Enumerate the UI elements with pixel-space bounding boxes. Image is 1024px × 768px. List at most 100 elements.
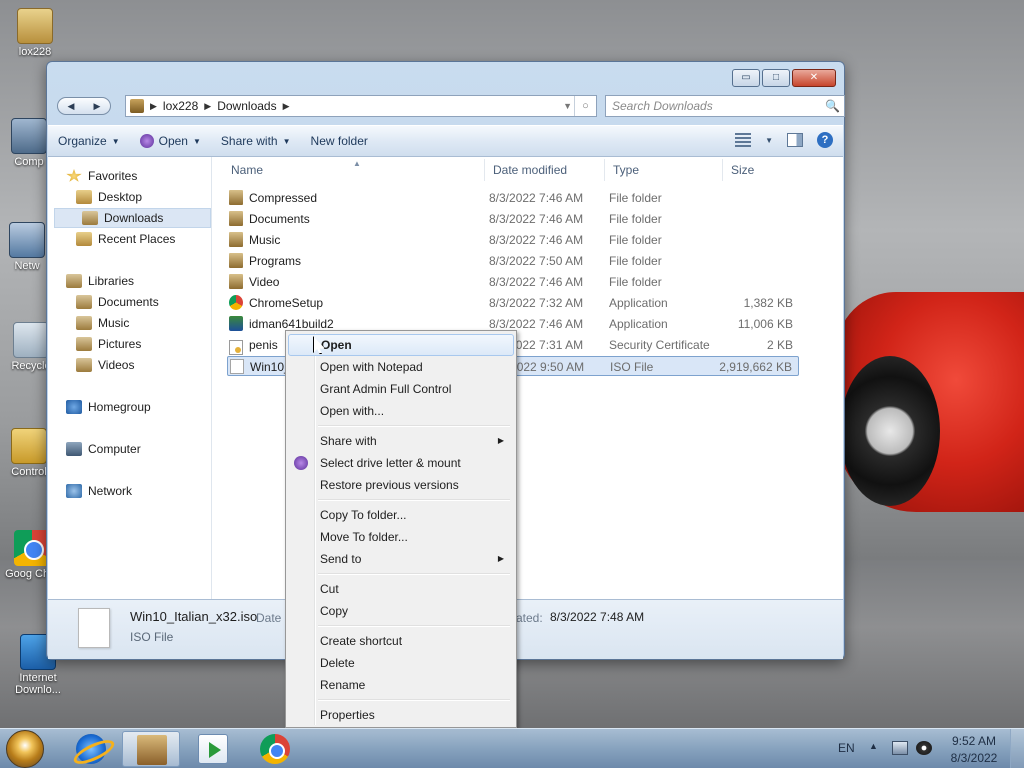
menu-item-cut[interactable]: Cut: [288, 578, 514, 600]
clock-time[interactable]: 9:52 AM: [946, 734, 1002, 748]
nav-computer[interactable]: Computer: [48, 439, 212, 459]
nav-recent-places[interactable]: Recent Places: [48, 229, 212, 249]
refresh-button[interactable]: ○: [574, 96, 596, 116]
menu-item-move-to-folder[interactable]: Move To folder...: [288, 526, 514, 548]
maximize-button[interactable]: □: [762, 69, 790, 87]
clock-date[interactable]: 8/3/2022: [946, 751, 1002, 765]
column-header-date[interactable]: Date modified: [485, 159, 605, 181]
minimize-button[interactable]: ▭: [732, 69, 760, 87]
show-desktop-button[interactable]: [1010, 729, 1024, 768]
music-icon: [76, 316, 92, 330]
change-view-icon[interactable]: [735, 133, 752, 147]
column-header-size[interactable]: Size: [723, 159, 803, 181]
breadcrumb-downloads[interactable]: Downloads: [217, 99, 276, 113]
file-name: Music: [249, 233, 281, 247]
idm-icon: [229, 316, 243, 331]
forward-button[interactable]: ▶: [94, 101, 101, 112]
menu-item-restore-versions[interactable]: Restore previous versions: [288, 474, 514, 496]
breadcrumb-lox228[interactable]: lox228: [163, 99, 198, 113]
search-icon[interactable]: 🔍: [825, 96, 840, 116]
chevron-down-icon[interactable]: ▼: [765, 136, 773, 145]
file-row-video[interactable]: Video 8/3/2022 7:46 AM File folder: [227, 272, 799, 292]
menu-item-copy-to-folder[interactable]: Copy To folder...: [288, 504, 514, 526]
nav-documents[interactable]: Documents: [48, 292, 212, 312]
menu-item-send-to[interactable]: Send to ▶: [288, 548, 514, 570]
taskbar-windows-explorer[interactable]: [122, 731, 180, 767]
desktop-icon-label: Internet Downlo...: [15, 672, 61, 696]
file-row-chromesetup[interactable]: ChromeSetup 8/3/2022 7:32 AM Application…: [227, 293, 799, 313]
column-header-type[interactable]: Type: [605, 159, 723, 181]
taskbar-google-chrome[interactable]: [246, 731, 304, 767]
nav-videos[interactable]: Videos: [48, 355, 212, 375]
desktop-icon-lox228[interactable]: lox228: [0, 8, 70, 58]
address-bar[interactable]: ▶ lox228 ▶ Downloads ▶ ▼ ○: [125, 95, 597, 117]
nav-homegroup[interactable]: Homegroup: [48, 397, 212, 417]
share-with-button[interactable]: Share with ▼: [211, 126, 301, 156]
nav-label: Computer: [88, 442, 141, 456]
language-indicator[interactable]: EN: [838, 741, 855, 755]
file-row-compressed[interactable]: Compressed 8/3/2022 7:46 AM File folder: [227, 188, 799, 208]
chrome-icon: [14, 530, 50, 566]
start-button[interactable]: [6, 730, 44, 768]
menu-item-open[interactable]: Open: [288, 334, 514, 356]
context-menu: Open Open with Notepad Grant Admin Full …: [285, 330, 517, 728]
organize-button[interactable]: Organize ▼: [48, 126, 130, 156]
menu-item-create-shortcut[interactable]: Create shortcut: [288, 630, 514, 652]
new-folder-button[interactable]: New folder: [301, 126, 378, 156]
taskbar-media-player[interactable]: [184, 731, 242, 767]
open-button[interactable]: Open ▼: [130, 126, 211, 156]
nav-desktop[interactable]: Desktop: [48, 187, 212, 207]
folder-icon: [229, 190, 243, 205]
menu-item-delete[interactable]: Delete: [288, 652, 514, 674]
documents-icon: [76, 295, 92, 309]
column-header-name[interactable]: Name ▲: [223, 159, 485, 181]
close-button[interactable]: ✕: [792, 69, 836, 87]
search-input[interactable]: Search Downloads 🔍: [605, 95, 845, 117]
details-created-value: 8/3/2022 7:48 AM: [550, 610, 645, 624]
preview-pane-icon[interactable]: [787, 133, 803, 147]
address-dropdown-icon[interactable]: ▼: [563, 101, 572, 111]
menu-item-share-with[interactable]: Share with ▶: [288, 430, 514, 452]
file-row-documents[interactable]: Documents 8/3/2022 7:46 AM File folder: [227, 209, 799, 229]
menu-item-rename[interactable]: Rename: [288, 674, 514, 696]
back-button[interactable]: ◀: [68, 101, 75, 112]
nav-downloads[interactable]: Downloads: [54, 208, 211, 228]
menu-item-properties[interactable]: Properties: [288, 704, 514, 726]
file-size: 11,006 KB: [737, 317, 793, 331]
nav-network[interactable]: Network: [48, 481, 212, 501]
internet-explorer-icon: [76, 734, 106, 764]
menu-item-label: Select drive letter & mount: [320, 456, 461, 470]
file-size: 2 KB: [766, 338, 793, 352]
menu-item-open-with[interactable]: Open with...: [288, 400, 514, 422]
file-type: ISO File: [610, 360, 654, 374]
column-label: Size: [731, 163, 755, 177]
menu-item-open-with-notepad[interactable]: Open with Notepad: [288, 356, 514, 378]
breadcrumb-separator[interactable]: ▶: [204, 101, 211, 112]
nav-libraries[interactable]: Libraries: [48, 271, 212, 291]
menu-item-grant-admin[interactable]: Grant Admin Full Control: [288, 378, 514, 400]
window-controls: ▭ □ ✕: [732, 69, 836, 87]
file-type: Application: [609, 317, 668, 331]
volume-icon[interactable]: [916, 741, 932, 755]
breadcrumb-separator[interactable]: ▶: [150, 101, 157, 112]
nav-pictures[interactable]: Pictures: [48, 334, 212, 354]
nav-music[interactable]: Music: [48, 313, 212, 333]
nav-favorites[interactable]: Favorites: [48, 166, 212, 186]
file-row-music[interactable]: Music 8/3/2022 7:46 AM File folder: [227, 230, 799, 250]
share-with-label: Share with: [220, 134, 278, 148]
file-row-programs[interactable]: Programs 8/3/2022 7:50 AM File folder: [227, 251, 799, 271]
menu-item-mount[interactable]: Select drive letter & mount: [288, 452, 514, 474]
videos-icon: [76, 358, 92, 372]
star-icon: [66, 169, 82, 182]
show-hidden-icons-icon[interactable]: ▲: [869, 741, 878, 751]
help-icon[interactable]: ?: [817, 132, 833, 148]
file-name: Compressed: [249, 191, 318, 205]
file-type: Application: [609, 296, 668, 310]
network-status-icon[interactable]: [892, 741, 908, 755]
file-date: 8/3/2022 7:50 AM: [489, 254, 584, 268]
menu-item-copy[interactable]: Copy: [288, 600, 514, 622]
iso-file-icon: [230, 359, 244, 374]
taskbar-internet-explorer[interactable]: [62, 731, 120, 767]
pictures-icon: [76, 337, 92, 351]
breadcrumb-separator[interactable]: ▶: [283, 101, 290, 112]
